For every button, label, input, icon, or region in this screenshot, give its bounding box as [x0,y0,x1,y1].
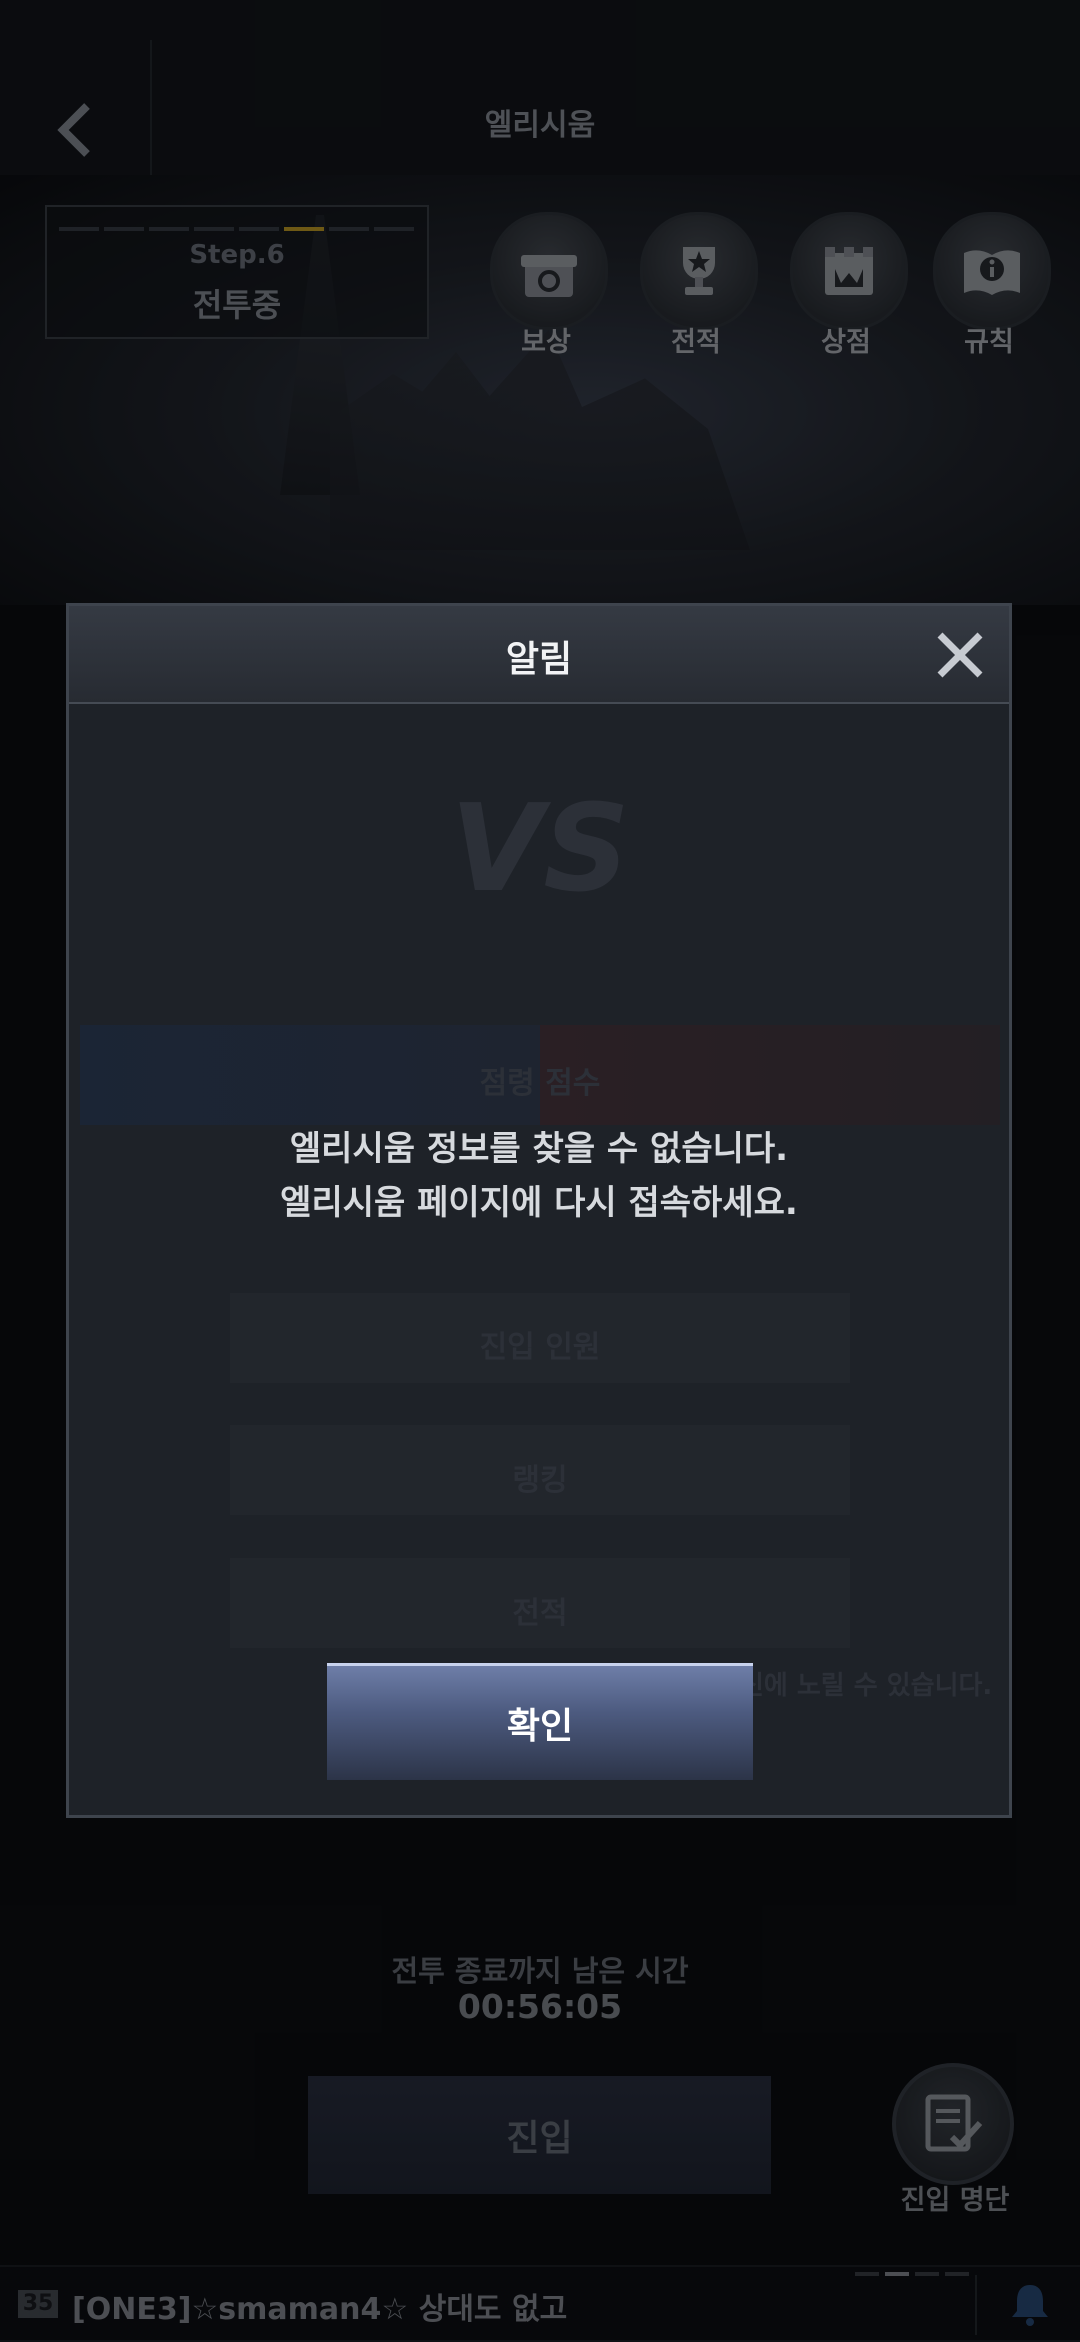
versus-mark: VS [450,780,630,919]
dialog-message: 엘리시움 정보를 찾을 수 없습니다. 엘리시움 페이지에 다시 접속하세요. [69,1122,1009,1230]
entry-count-label: 진입 인원 [479,1330,601,1365]
dialog-message-line: 엘리시움 정보를 찾을 수 없습니다. [289,1129,789,1169]
ranking-label: 랭킹 [512,1463,568,1498]
score-row-label: 점령 점수 [479,1066,601,1101]
record-row-label: 전적 [512,1596,568,1631]
close-button[interactable] [930,625,990,685]
close-icon [937,632,983,678]
confirm-button[interactable]: 확인 [327,1663,753,1780]
background-note: 신에 노릴 수 있습니다. [740,1671,993,1701]
dialog-title: 알림 [505,639,573,680]
dialog-message-line: 엘리시움 페이지에 다시 접속하세요. [280,1183,798,1223]
